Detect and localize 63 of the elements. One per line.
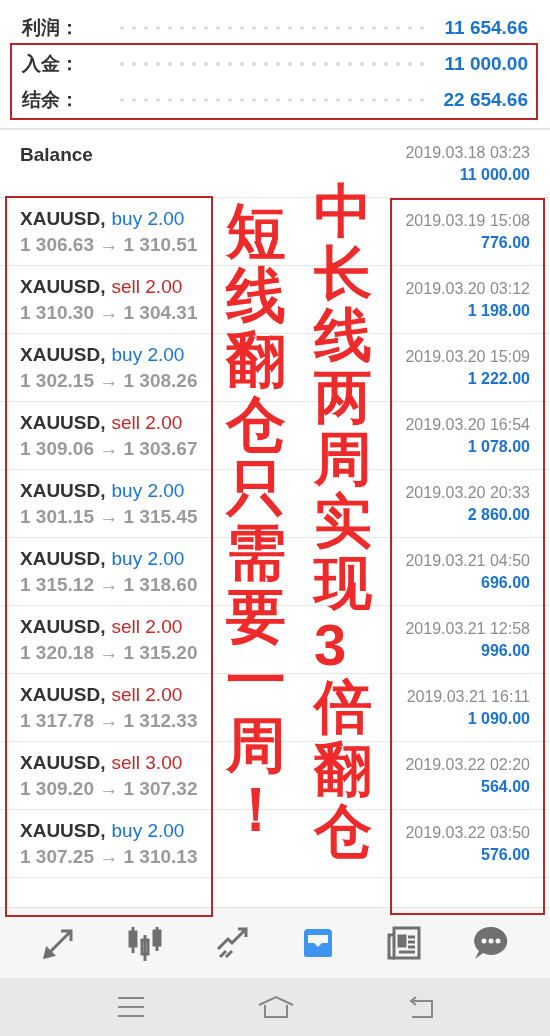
summary-label: 结余： [22, 88, 80, 112]
deal-time: 2019.03.20 16:54 [405, 415, 530, 434]
order-text: buy 2.00 [111, 207, 185, 230]
profit-text: 1 090.00 [467, 709, 530, 728]
deal-time: 2019.03.21 16:11 [406, 687, 530, 706]
price-text: 1 309.20 → 1 307.32 [20, 777, 198, 800]
summary-value: 11 654.66 [444, 17, 528, 39]
price-text: 1 302.15 → 1 308.26 [20, 369, 198, 392]
symbol-text: XAUUSD, [20, 207, 106, 230]
order-text: buy 2.00 [111, 547, 185, 570]
order-text: buy 2.00 [111, 343, 185, 366]
profit-text: 776.00 [481, 233, 530, 252]
price-text: 1 301.15 → 1 315.45 [20, 505, 198, 528]
symbol-text: XAUUSD, [20, 751, 106, 774]
summary-value: 11 000.00 [444, 53, 528, 75]
profit-text: 1 078.00 [467, 437, 530, 456]
price-text: 1 307.25 → 1 310.13 [20, 845, 198, 868]
summary-label: 利润： [22, 16, 80, 40]
price-text: 1 317.78 → 1 312.33 [20, 709, 198, 732]
deal-time: 2019.03.20 03:12 [405, 279, 530, 298]
price-text: 1 306.63 → 1 310.51 [20, 233, 198, 256]
symbol-text: XAUUSD, [20, 819, 106, 842]
profit-text: 576.00 [481, 845, 530, 864]
deal-time: 2019.03.22 02:20 [405, 755, 530, 774]
balance-title: Balance [20, 144, 93, 166]
symbol-text: XAUUSD, [20, 411, 106, 434]
profit-text: 1 198.00 [467, 301, 530, 320]
symbol-text: XAUUSD, [20, 683, 106, 706]
profit-text: 2 860.00 [467, 505, 530, 524]
symbol-text: XAUUSD, [20, 615, 106, 638]
deal-time: 2019.03.19 15:08 [405, 211, 530, 230]
symbol-text: XAUUSD, [20, 479, 106, 502]
deal-time: 2019.03.20 20:33 [405, 483, 530, 502]
symbol-text: XAUUSD, [20, 547, 106, 570]
profit-text: 996.00 [481, 641, 530, 660]
annotation-text: 短线翻仓只需要一周！ [226, 200, 286, 842]
price-text: 1 315.12 → 1 318.60 [20, 573, 198, 596]
profit-text: 696.00 [481, 573, 530, 592]
summary-value: 22 654.66 [443, 89, 528, 111]
deal-time: 2019.03.18 03:23 [405, 143, 530, 162]
deal-time: 2019.03.20 15:09 [405, 347, 530, 366]
profit-text: 1 222.00 [467, 369, 530, 388]
home-icon[interactable] [257, 995, 295, 1019]
profit-text: 564.00 [481, 777, 530, 796]
deal-time: 2019.03.22 03:50 [405, 823, 530, 842]
order-text: sell 2.00 [111, 615, 183, 638]
order-text: sell 2.00 [111, 683, 183, 706]
price-text: 1 310.30 → 1 304.31 [20, 301, 198, 324]
order-text: buy 2.00 [111, 479, 185, 502]
symbol-text: XAUUSD, [20, 343, 106, 366]
deal-amount: 11 000.00 [459, 165, 530, 184]
symbol-text: XAUUSD, [20, 275, 106, 298]
order-text: sell 3.00 [111, 751, 183, 774]
deal-time: 2019.03.21 12:58 [405, 619, 530, 638]
order-text: sell 2.00 [111, 275, 183, 298]
menu-icon[interactable] [115, 996, 146, 1018]
annotation-text: 中长线两周实现3倍翻仓 [314, 180, 372, 863]
price-text: 1 309.06 → 1 303.67 [20, 437, 198, 460]
deal-time: 2019.03.21 04:50 [405, 551, 530, 570]
order-text: buy 2.00 [111, 819, 185, 842]
price-text: 1 320.18 → 1 315.20 [20, 641, 198, 664]
summary-label: 入金： [22, 52, 80, 76]
order-text: sell 2.00 [111, 411, 183, 434]
